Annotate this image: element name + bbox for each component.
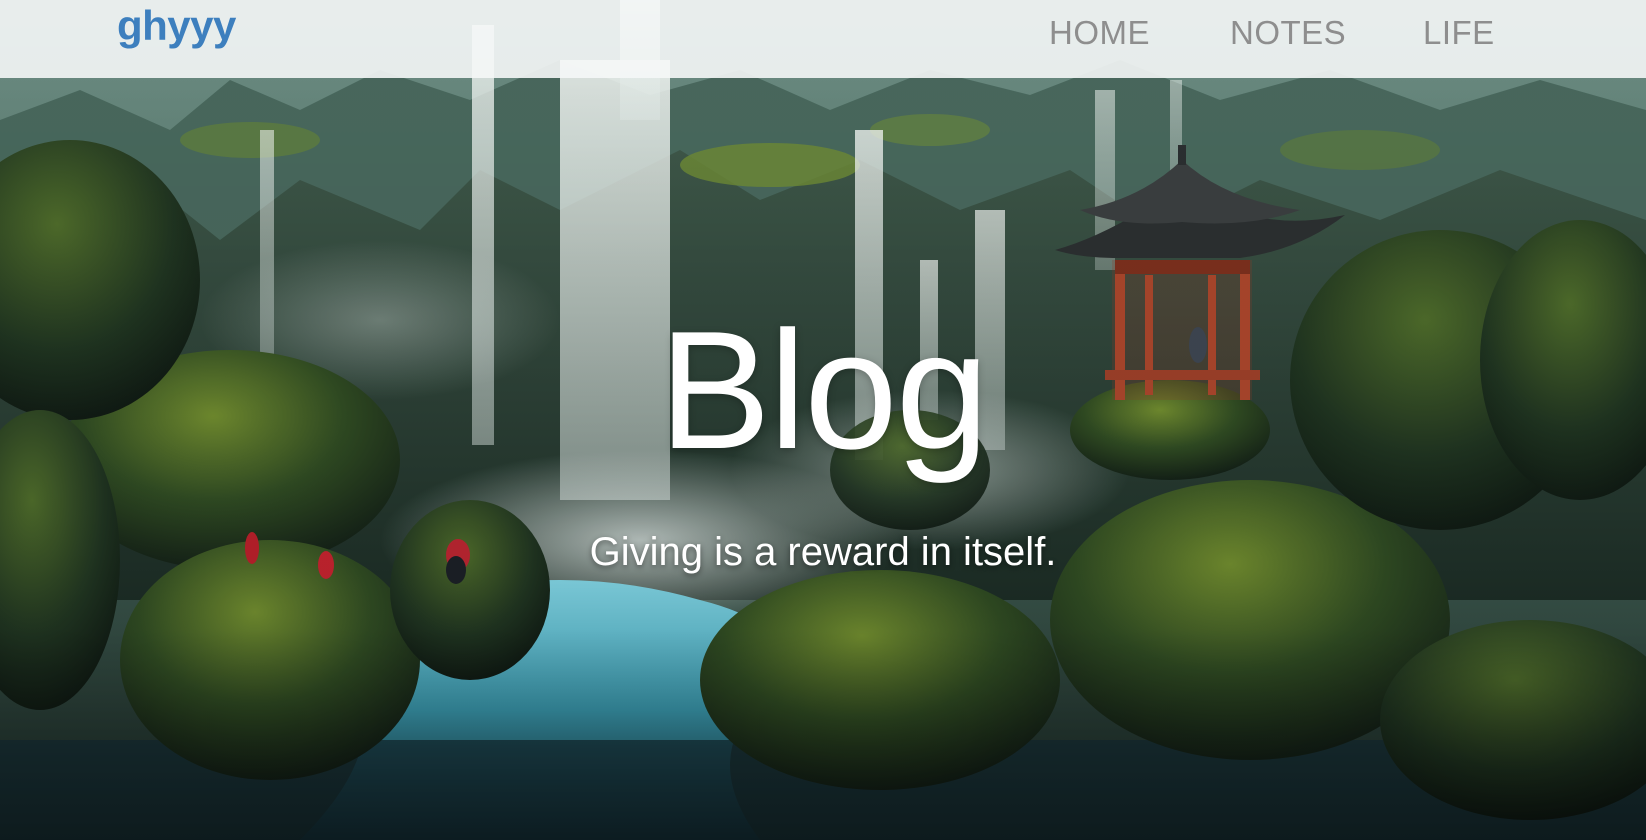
nav-link-life[interactable]: LIFE: [1423, 14, 1495, 52]
blog-page: ghyyy HOME NOTES LIFE Blog Giving is a r…: [0, 0, 1646, 840]
nav-links: HOME NOTES LIFE: [0, 14, 1646, 64]
top-navbar: ghyyy HOME NOTES LIFE: [0, 0, 1646, 78]
nav-link-home[interactable]: HOME: [1049, 14, 1150, 52]
hero-subtitle: Giving is a reward in itself.: [589, 530, 1057, 574]
nav-link-notes[interactable]: NOTES: [1230, 14, 1346, 52]
hero-title: Blog: [658, 296, 989, 484]
